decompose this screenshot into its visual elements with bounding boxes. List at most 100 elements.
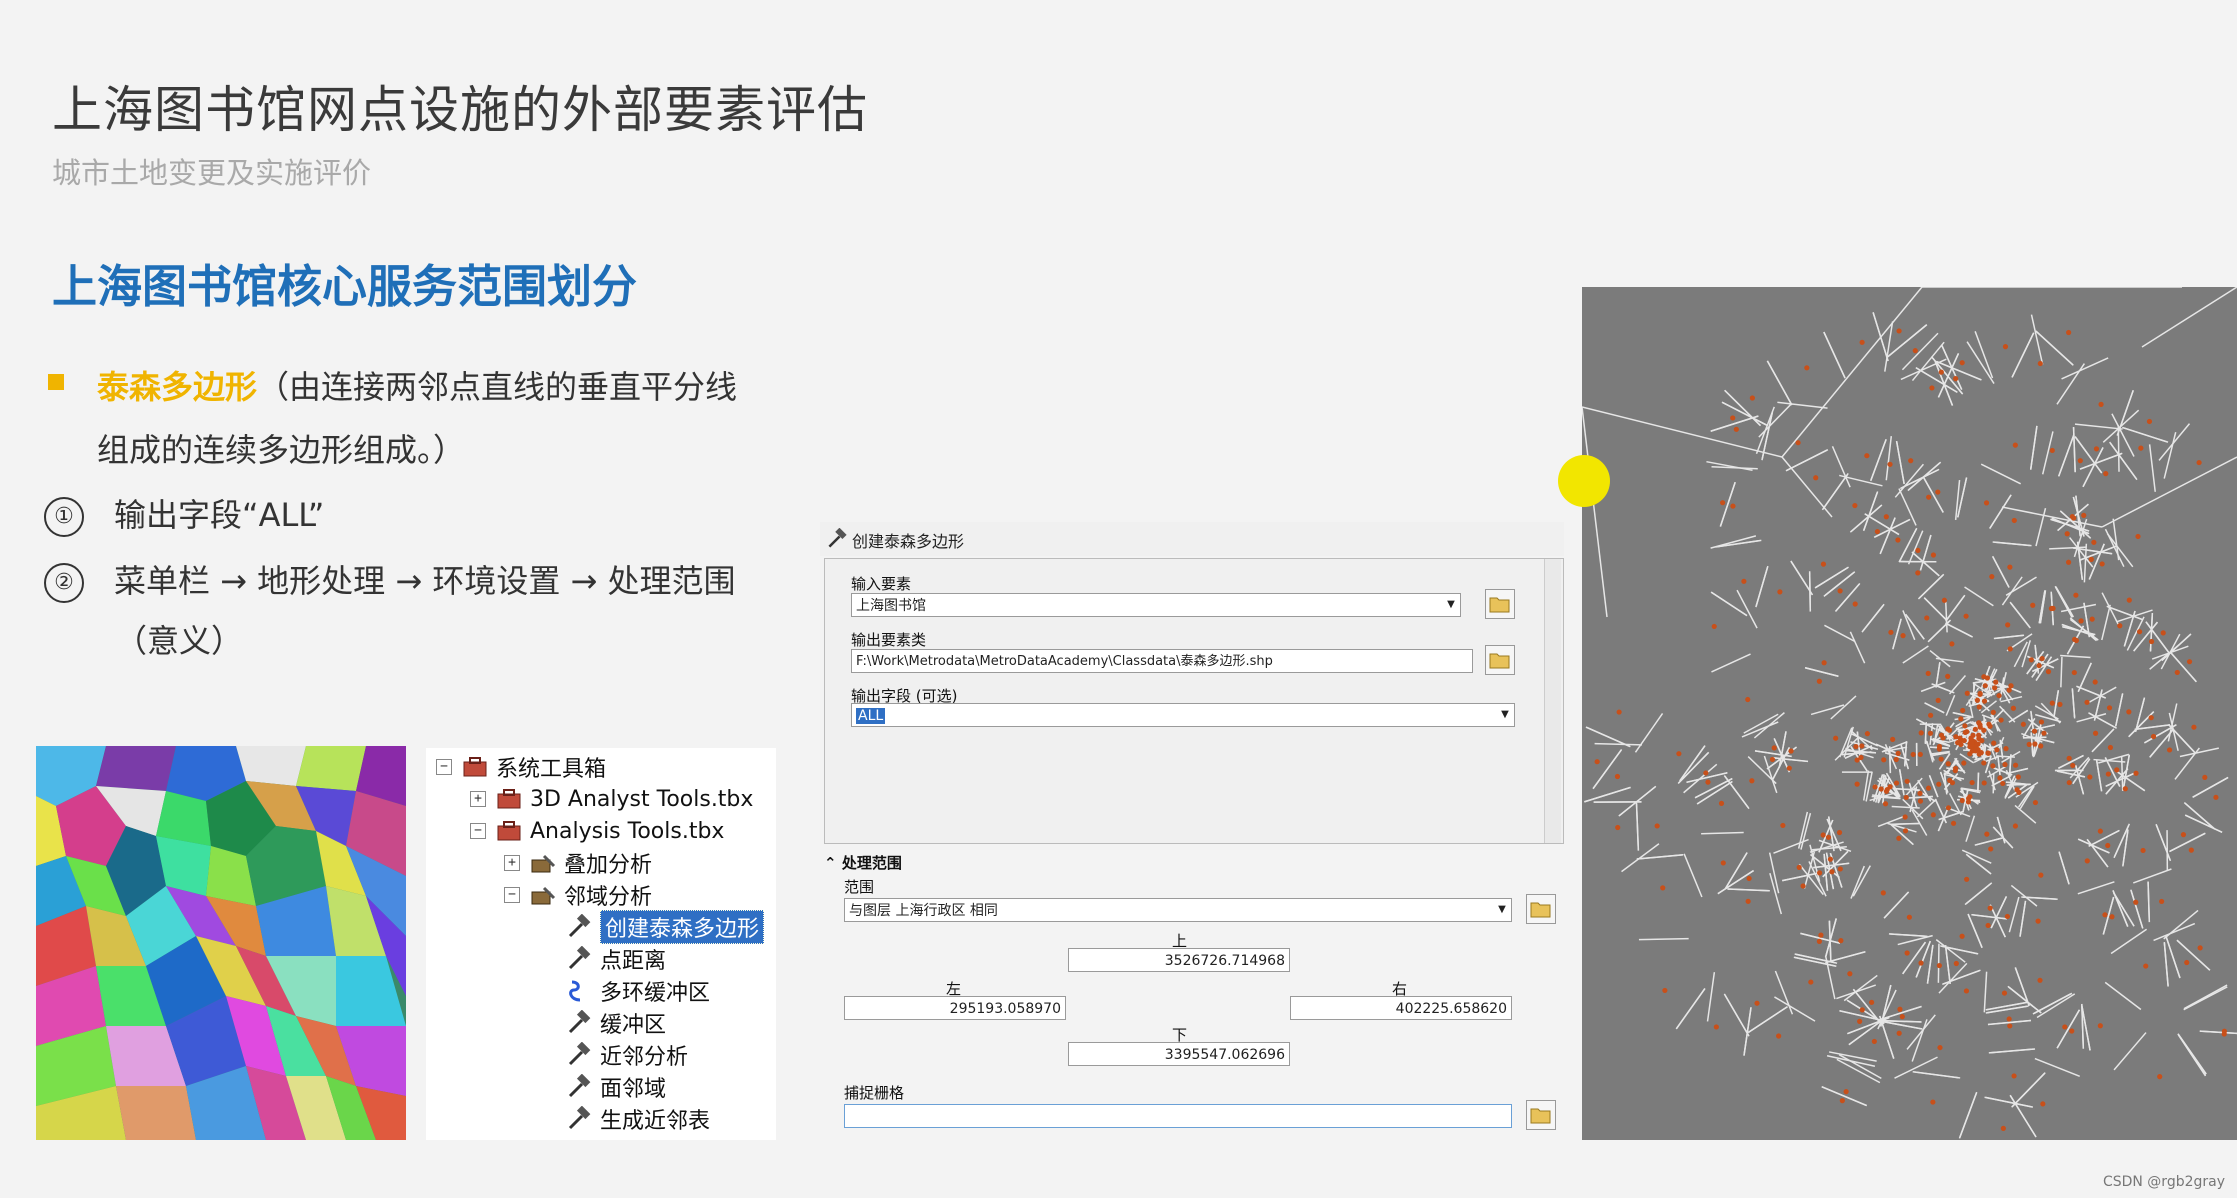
chevron-down-icon: ▼ (1498, 904, 1506, 915)
library-point (1615, 824, 1621, 831)
library-point (2136, 629, 2143, 635)
library-point (2150, 733, 2157, 740)
expand-icon[interactable]: + (470, 791, 486, 807)
hammer-icon (568, 1010, 591, 1034)
library-point (2066, 329, 2072, 336)
library-point (1997, 775, 2003, 781)
left-field[interactable]: 295193.058970 (844, 996, 1066, 1020)
tree-label-analysis-tools: Analysis Tools.tbx (530, 818, 725, 844)
library-point (2004, 913, 2011, 920)
library-point (2050, 605, 2056, 612)
tree-row-3d-analyst[interactable]: + 3D Analyst Tools.tbx (470, 784, 753, 814)
library-point (1730, 503, 1736, 509)
tree-row-proximity[interactable]: − 邻域分析 (504, 880, 652, 910)
library-point (1974, 697, 1981, 703)
library-point (2213, 794, 2219, 800)
library-point (2126, 709, 2132, 715)
right-field[interactable]: 402225.658620 (1290, 996, 1512, 1020)
library-point (1858, 754, 1864, 761)
output-class-browse-button[interactable] (1485, 645, 1515, 675)
library-point (1930, 812, 1936, 818)
library-point (1733, 426, 1739, 432)
library-point (1741, 578, 1747, 584)
tree-row-analysis-tools[interactable]: − Analysis Tools.tbx (470, 816, 724, 846)
tree-row-overlay[interactable]: + 叠加分析 (504, 848, 652, 878)
library-point (2016, 789, 2022, 796)
library-point (1871, 1038, 1877, 1045)
library-point (2012, 823, 2019, 829)
top-field[interactable]: 3526726.714968 (1068, 948, 1290, 972)
library-point (1780, 822, 1786, 829)
thiessen-polygon-map (1582, 287, 2237, 1140)
library-point (2197, 945, 2203, 951)
library-point (1961, 760, 1967, 766)
library-point (2092, 679, 2098, 685)
tool-generate-near-table[interactable]: 生成近邻表 (566, 1104, 710, 1134)
library-point (1854, 781, 1860, 787)
library-point (2098, 401, 2104, 407)
numbered-item-2: ② 菜单栏 → 地形处理 → 环境设置 → 处理范围 (44, 556, 735, 603)
tree-row-system-toolboxes[interactable]: − 系统工具箱 (436, 752, 606, 782)
library-point (2007, 1023, 2013, 1029)
library-point (2135, 533, 2141, 540)
library-point (1994, 747, 2000, 753)
library-point (1918, 730, 1924, 736)
library-point (1910, 751, 1916, 758)
vertical-scrollbar[interactable] (1544, 559, 1561, 843)
library-point (2097, 1023, 2103, 1029)
library-point (2007, 646, 2013, 652)
expand-icon[interactable]: + (504, 855, 520, 871)
hammer-icon (568, 1106, 591, 1130)
library-point (1896, 1030, 1902, 1036)
tool-point-distance[interactable]: 点距离 (566, 944, 666, 974)
library-point (2148, 638, 2155, 645)
processing-extent-header[interactable]: ⌃ 处理范围 (824, 852, 902, 873)
hammer-icon (828, 528, 847, 548)
library-point (2028, 657, 2034, 663)
library-point (2196, 459, 2202, 466)
input-features-dropdown[interactable]: 上海图书馆 ▼ (851, 593, 1461, 617)
tool-multiple-ring-buffer[interactable]: 多环缓冲区 (566, 976, 710, 1006)
library-point (1874, 528, 1880, 535)
tool-buffer[interactable]: 缓冲区 (566, 1008, 666, 1038)
library-point (1872, 784, 1878, 790)
output-class-field[interactable]: F:\Work\Metrodata\MetroDataAcademy\Class… (851, 649, 1473, 673)
extent-browse-button[interactable] (1526, 894, 1556, 924)
library-point (1769, 756, 1776, 763)
library-point (1988, 846, 1994, 852)
dialog-titlebar: 创建泰森多边形 (820, 522, 1564, 556)
output-fields-dropdown[interactable]: ALL ▼ (851, 703, 1515, 727)
numbered-item-1-text: 输出字段“ALL” (114, 496, 325, 534)
library-point (1993, 679, 1999, 685)
bullet-1: 泰森多边形（由连接两邻点直线的垂直平分线 (97, 362, 737, 408)
tree-label-near: 近邻分析 (600, 1045, 689, 1070)
library-point (1713, 1024, 1719, 1030)
snap-raster-browse-button[interactable] (1526, 1100, 1556, 1130)
tool-polygon-neighbors[interactable]: 面邻域 (566, 1072, 666, 1102)
bottom-field[interactable]: 3395547.062696 (1068, 1042, 1290, 1066)
library-point (1945, 673, 1951, 679)
library-point (2140, 847, 2146, 854)
tool-near[interactable]: 近邻分析 (566, 1040, 688, 1070)
tool-create-thiessen[interactable]: 创建泰森多边形 (566, 910, 765, 944)
library-point (1959, 933, 1965, 939)
collapse-icon[interactable]: − (470, 823, 486, 839)
library-point (2066, 755, 2072, 761)
library-point (1864, 731, 1870, 737)
tree-label-point-distance: 点距离 (600, 949, 667, 974)
library-point (2221, 1028, 2228, 1034)
library-point (1895, 750, 1901, 756)
collapse-icon[interactable]: − (436, 759, 452, 775)
library-point (1859, 743, 1865, 749)
library-point (1893, 780, 1900, 786)
extent-dropdown[interactable]: 与图层 上海行政区 相同 ▼ (844, 898, 1512, 922)
input-features-browse-button[interactable] (1485, 589, 1515, 619)
library-point (2057, 701, 2063, 707)
polygon-edge (2022, 736, 2047, 739)
library-point (1883, 514, 1889, 520)
library-point (2077, 458, 2083, 464)
library-point (1924, 615, 1930, 621)
snap-raster-field[interactable] (844, 1104, 1512, 1128)
library-point (2002, 761, 2008, 768)
collapse-icon[interactable]: − (504, 887, 520, 903)
